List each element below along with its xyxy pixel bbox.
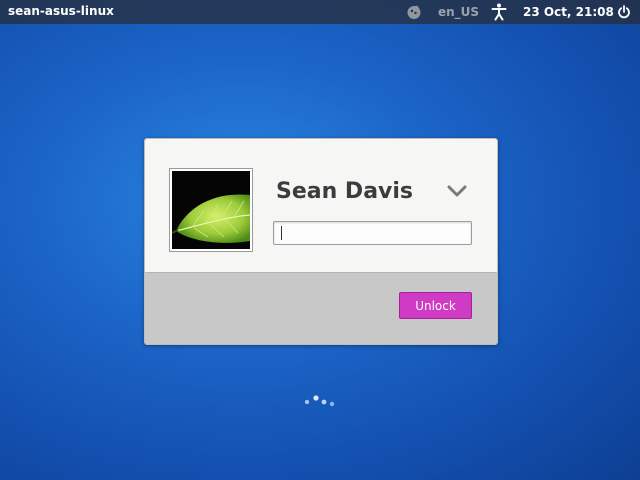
loading-spinner-icon bbox=[303, 393, 337, 407]
login-panel-header: Sean Davis bbox=[145, 139, 497, 272]
username-label: Sean Davis bbox=[276, 179, 414, 204]
hostname-label: sean-asus-linux bbox=[8, 4, 114, 18]
chevron-down-icon[interactable] bbox=[446, 183, 468, 199]
language-indicator[interactable]: en_US bbox=[438, 3, 479, 21]
power-icon[interactable] bbox=[617, 3, 631, 21]
user-avatar bbox=[169, 168, 253, 252]
accessibility-icon[interactable] bbox=[491, 3, 507, 21]
top-panel: sean-asus-linux en_US 23 Oct, 21:08 bbox=[0, 0, 640, 24]
text-cursor bbox=[281, 226, 282, 240]
leaf-avatar-icon bbox=[172, 171, 250, 249]
password-field[interactable] bbox=[273, 221, 472, 245]
login-panel: Sean Davis Unlock bbox=[144, 138, 498, 345]
unlock-button[interactable]: Unlock bbox=[399, 292, 472, 319]
keyboard-icon[interactable] bbox=[406, 3, 422, 21]
clock-label[interactable]: 23 Oct, 21:08 bbox=[523, 3, 614, 21]
